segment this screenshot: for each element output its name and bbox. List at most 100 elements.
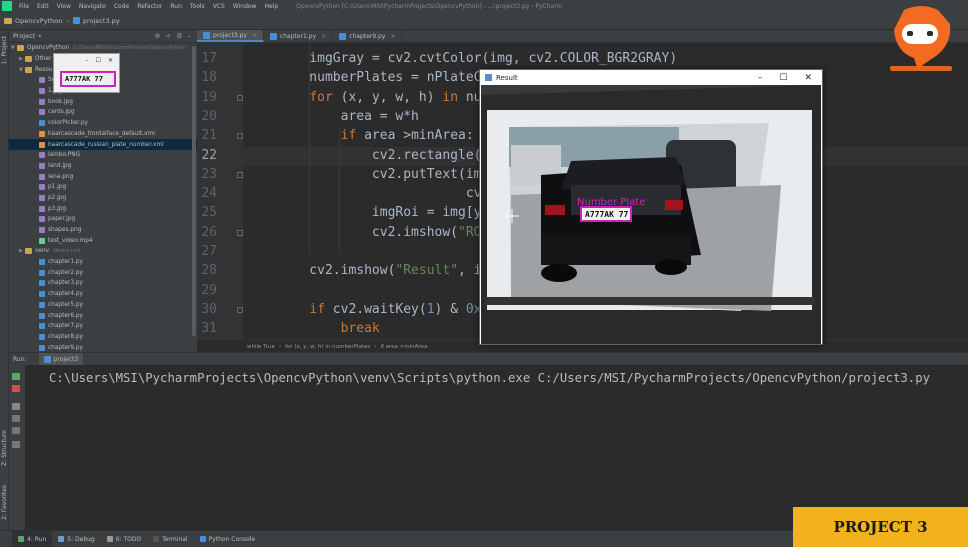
line-number[interactable]: 25 (197, 205, 217, 220)
nav-file[interactable]: project3.py (69, 17, 124, 25)
minimize-icon[interactable]: – (758, 73, 763, 83)
tree-item[interactable]: ▶ venv library root (9, 246, 197, 257)
menu-vcs[interactable]: VCS (209, 3, 229, 10)
tab-chapter9[interactable]: chapter9.py × (333, 30, 403, 42)
menu-view[interactable]: View (53, 3, 75, 10)
scroll-end-icon[interactable] (12, 427, 20, 434)
tree-item[interactable]: chapter9.py (9, 342, 197, 352)
tree-item[interactable]: haarcascade_russian_plate_number.xml (9, 139, 197, 150)
tree-item[interactable]: chapter8.py (9, 332, 197, 343)
plate-text: A777AK 77 (585, 210, 629, 219)
line-number[interactable]: 29 (197, 283, 217, 298)
line-number[interactable]: 18 (197, 70, 217, 85)
line-number[interactable]: 28 (197, 263, 217, 278)
menu-refactor[interactable]: Refactor (133, 3, 166, 10)
close-icon[interactable]: ✕ (108, 57, 113, 64)
tab-project3[interactable]: project3.py × (197, 30, 264, 42)
line-number[interactable]: 24 (197, 186, 217, 201)
bug-icon (58, 536, 65, 542)
maximize-icon[interactable]: ☐ (96, 57, 101, 64)
tree-item[interactable]: cards.jpg (9, 107, 197, 118)
result-window-controls: – ☐ ✕ (758, 73, 822, 83)
line-number[interactable]: 20 (197, 109, 217, 124)
tool-debug[interactable]: 5: Debug (52, 536, 100, 543)
collapse-icon[interactable]: ÷ (165, 32, 171, 40)
menu-edit[interactable]: Edit (33, 3, 53, 10)
line-number[interactable]: 30 (197, 302, 217, 317)
result-title-bar[interactable]: Result – ☐ ✕ (480, 70, 822, 85)
close-icon[interactable]: ✕ (804, 73, 812, 83)
stop-icon[interactable] (12, 385, 20, 392)
tool-tab-favorites[interactable]: 2: Favorites (1, 485, 8, 520)
tree-item[interactable]: chapter7.py (9, 321, 197, 332)
menu-tools[interactable]: Tools (186, 3, 209, 10)
line-number[interactable]: 19 (197, 90, 217, 105)
menu-navigate[interactable]: Navigate (75, 3, 110, 10)
tree-item[interactable]: chapter4.py (9, 289, 197, 300)
tree-item[interactable]: colorPicker.py (9, 118, 197, 129)
tree-item[interactable]: test_video.mp4 (9, 235, 197, 246)
tool-todo[interactable]: 6: TODO (101, 536, 147, 543)
tree-item[interactable]: land.jpg (9, 161, 197, 172)
line-number[interactable]: 27 (197, 244, 217, 259)
minimize-icon[interactable]: – (86, 57, 89, 64)
tree-item[interactable]: lena.png (9, 171, 197, 182)
locate-icon[interactable]: ⊕ (154, 32, 160, 40)
image-file-icon (39, 88, 45, 95)
nav-project[interactable]: OpencvPython (0, 17, 66, 25)
tree-item[interactable]: p2.jpg (9, 193, 197, 204)
soft-wrap-icon[interactable] (12, 415, 20, 422)
tree-item[interactable]: chapter6.py (9, 310, 197, 321)
menu-help[interactable]: Help (260, 3, 282, 10)
run-console[interactable]: C:\Users\MSI\PycharmProjects\OpencvPytho… (25, 365, 968, 530)
tree-item-label: chapter3.py (48, 280, 83, 287)
tree-item[interactable]: p1.jpg (9, 182, 197, 193)
line-number[interactable]: 23 (197, 167, 217, 182)
roi-window[interactable]: – ☐ ✕ A777AK 77 (53, 53, 120, 93)
breadcrumb-for[interactable]: for (x, y, w, h) in numberPlates (285, 344, 370, 350)
tree-item[interactable]: haarcascade_frontalface_default.xml (9, 129, 197, 140)
tool-terminal[interactable]: Terminal (147, 536, 193, 543)
line-number[interactable]: 17 (197, 51, 217, 66)
hide-icon[interactable]: – (188, 32, 192, 40)
tool-python-console[interactable]: Python Console (194, 536, 262, 543)
chevron-down-icon[interactable]: ▾ (38, 32, 41, 40)
line-number[interactable]: 21 (197, 128, 217, 143)
tree-item[interactable]: paper.jpg (9, 214, 197, 225)
tree-item[interactable]: book.jpg (9, 96, 197, 107)
tool-tab-project[interactable]: 1: Project (1, 36, 8, 64)
result-window[interactable]: Result – ☐ ✕ A777AK 77 Number Plate (479, 69, 823, 345)
tab-chapter1[interactable]: chapter1.py × (264, 30, 334, 42)
tree-item[interactable]: chapter1.py (9, 257, 197, 268)
menu-run[interactable]: Run (166, 3, 186, 10)
close-icon[interactable]: × (321, 33, 326, 40)
tree-item[interactable]: p3.jpg (9, 203, 197, 214)
menu-window[interactable]: Window (229, 3, 261, 10)
maximize-icon[interactable]: ☐ (779, 73, 787, 83)
line-number[interactable]: 26 (197, 225, 217, 240)
tree-item[interactable]: chapter5.py (9, 300, 197, 311)
project-view-selector[interactable]: Project (13, 32, 35, 40)
rerun-icon[interactable] (12, 373, 20, 380)
close-icon[interactable]: × (390, 33, 395, 40)
tree-item[interactable]: chapter2.py (9, 267, 197, 278)
print-icon[interactable] (12, 441, 20, 448)
pin-icon[interactable] (12, 403, 20, 410)
tree-item[interactable]: shapes.png (9, 225, 197, 236)
breadcrumb-while[interactable]: while True (247, 344, 275, 350)
tool-run[interactable]: 4: Run (12, 530, 53, 547)
gear-icon[interactable]: ⚙ (176, 32, 182, 40)
tool-tab-structure[interactable]: Z: Structure (1, 430, 8, 466)
tree-item[interactable]: chapter3.py (9, 278, 197, 289)
tree-item-label: book.jpg (48, 98, 73, 105)
line-number[interactable]: 31 (197, 321, 217, 336)
line-number[interactable]: 22 (197, 148, 217, 163)
run-tab-project3[interactable]: project3 (38, 352, 84, 366)
project-scrollbar[interactable] (192, 46, 196, 336)
menu-file[interactable]: File (15, 3, 33, 10)
editor-gutter[interactable]: 17 18 19 20 21 22 23 24 25 26 27 28 29 30 31 (197, 43, 257, 340)
menu-code[interactable]: Code (110, 3, 133, 10)
breadcrumb-if[interactable]: if area >minArea (380, 344, 427, 350)
tree-item[interactable]: lambo.PNG (9, 150, 197, 161)
close-icon[interactable]: × (252, 32, 257, 39)
